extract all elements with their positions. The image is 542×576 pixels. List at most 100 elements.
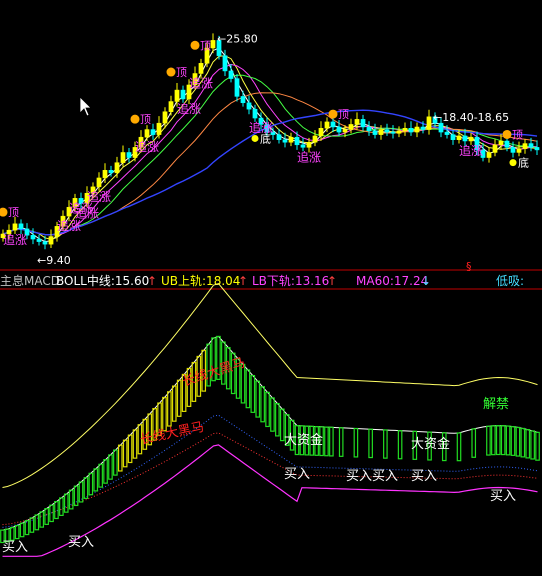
candle-body [348, 124, 354, 130]
annotation-buy4: 买入 [490, 489, 516, 504]
signal-dot [190, 40, 200, 50]
candle-body [150, 129, 156, 135]
signal-dot [166, 67, 176, 77]
candle-body [390, 131, 396, 134]
candle-body [450, 134, 456, 140]
peak-signal-label: 顶 [338, 108, 349, 121]
down-arrow-icon: ↓ [421, 274, 431, 288]
candle-body [408, 128, 414, 133]
candle-body [468, 136, 474, 142]
candle-body [96, 177, 102, 188]
candle-body [402, 128, 408, 132]
candle-body [240, 96, 246, 104]
candle-body [438, 122, 444, 133]
candle-body [48, 236, 54, 245]
candle-body [324, 121, 330, 129]
candle-body [396, 130, 402, 134]
candle-body [306, 142, 312, 148]
candle-body [336, 126, 342, 133]
up-arrow-icon: ↑ [238, 274, 248, 288]
candle-body [312, 135, 318, 143]
candle-body [126, 152, 132, 158]
candle-body [462, 135, 468, 142]
candle-body [354, 119, 360, 125]
chase-signal-label: 追涨 [3, 232, 27, 247]
candle-body [222, 55, 228, 72]
candle-body [510, 147, 516, 153]
candle-body [420, 126, 426, 130]
candle-body [168, 101, 174, 112]
chase-signal-label: 追涨 [459, 143, 483, 158]
up-arrow-icon: ↑ [327, 274, 337, 288]
candle-body [378, 129, 384, 135]
annotation-buy5: 买入 [2, 540, 28, 555]
candle-body [330, 121, 336, 128]
candle-body [288, 136, 294, 143]
candle-body [252, 108, 258, 119]
candle-body [522, 143, 528, 149]
chase-signal-label: 追涨 [177, 101, 201, 116]
bottom-signal-label: 底 [518, 156, 529, 170]
candle-body [180, 89, 186, 100]
peak-signal-label: 顶 [512, 128, 523, 141]
signal-dot [130, 114, 140, 124]
candle-body [372, 130, 378, 135]
annotation-big1: 大资金 [284, 432, 323, 448]
candle-body [318, 128, 324, 137]
annotation-buy6: 买入 [68, 535, 94, 550]
low-price-label: ←9.40 [37, 254, 71, 267]
annotation-buy1: 买入 [284, 467, 310, 482]
signal-dot [502, 129, 512, 139]
info-main-label: 主息MACD [0, 273, 60, 288]
signal-dot [509, 159, 517, 167]
candle-body [366, 126, 372, 132]
candle-body [426, 116, 432, 130]
chase-signal-label: 追涨 [87, 189, 111, 204]
candle-body [246, 102, 252, 110]
chase-signal-label: 追涨 [75, 205, 99, 220]
candle-body [282, 139, 288, 143]
chase-signal-label: 追涨 [297, 149, 321, 164]
candle-body [384, 129, 390, 133]
candle-body [198, 63, 204, 74]
peak-signal-label: 顶 [140, 113, 151, 126]
bottom-signal-label: 底 [260, 131, 271, 145]
candle-body [228, 70, 234, 79]
candle-body [162, 111, 168, 124]
candle-body [174, 89, 180, 102]
candle-body [492, 144, 498, 153]
info-boll-label: BOLL中线:15.60 [56, 273, 149, 288]
candle-body [342, 129, 348, 133]
candle-body [210, 40, 216, 49]
candle-body [30, 235, 36, 240]
candle-body [414, 126, 420, 133]
candle-body [12, 223, 18, 231]
info-ma60-label: MA60:17.24 [356, 274, 428, 288]
annotation-buy3: 买入 [411, 469, 437, 484]
section-marker-icon: § [466, 260, 472, 273]
info-lb-label: LB下轨:13.16 [252, 274, 329, 288]
signal-dot [251, 134, 259, 142]
candle-body [504, 140, 510, 148]
candle-body [498, 140, 504, 146]
candle-body [108, 170, 114, 174]
info-ub-label: UB上轨:18.04 [161, 274, 240, 288]
peak-signal-label: 顶 [8, 206, 19, 219]
peak-signal-label: 顶 [200, 39, 211, 52]
up-arrow-icon: ↑ [147, 274, 157, 288]
candle-body [528, 143, 534, 148]
candle-body [276, 134, 282, 140]
candle-body [234, 78, 240, 97]
signal-dot [328, 109, 338, 119]
candle-body [456, 135, 462, 140]
candle-body [444, 131, 450, 135]
annotation-big2: 大资金 [411, 436, 450, 452]
candle-body [294, 136, 300, 146]
chase-signal-label: 追涨 [135, 139, 159, 154]
candle-body [516, 148, 522, 153]
candle-body [144, 129, 150, 138]
candle-body [360, 119, 366, 128]
annotation-unlock: 解禁 [483, 397, 509, 412]
range-price-label: ←18.40-18.65 [433, 111, 509, 124]
candle-body [300, 144, 306, 148]
